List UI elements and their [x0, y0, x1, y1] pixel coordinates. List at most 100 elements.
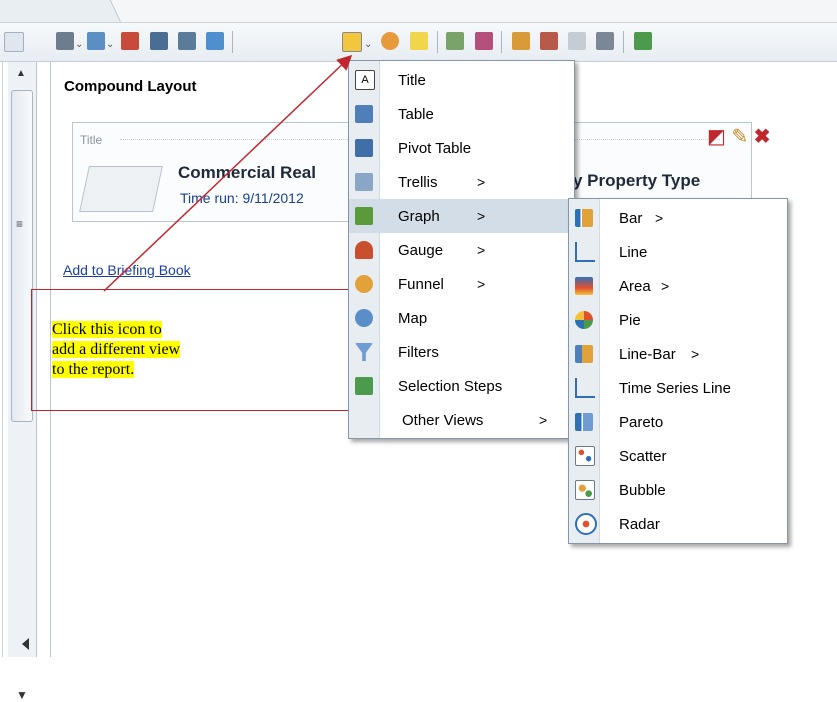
menu-item-label: Funnel	[398, 275, 444, 293]
calculator-icon[interactable]	[446, 32, 464, 50]
print-icon[interactable]	[56, 32, 74, 50]
menu-item-map[interactable]: Map	[349, 301, 574, 335]
menu-item-other-views[interactable]: Other Views >	[349, 403, 574, 437]
insert-item-icon[interactable]	[410, 32, 428, 50]
callout-line: Click this icon to	[52, 321, 162, 338]
menu-item-pie[interactable]: Pie	[569, 303, 787, 337]
menu-item-area[interactable]: Area >	[569, 269, 787, 303]
pie-chart-icon	[575, 311, 593, 329]
menu-item-line-bar[interactable]: Line-Bar >	[569, 337, 787, 371]
toolbar-separator	[232, 31, 233, 53]
submenu-arrow-icon: >	[477, 242, 486, 258]
menu-item-label: Pivot Table	[398, 139, 472, 157]
format-icon[interactable]	[512, 32, 530, 50]
menu-item-bar[interactable]: Bar >	[569, 201, 787, 235]
new-calculation-icon[interactable]	[381, 32, 399, 50]
menu-item-label: Bar	[619, 209, 643, 227]
scatter-icon	[575, 446, 595, 466]
menu-item-label: Pareto	[619, 413, 664, 431]
toolbar: ⌄ ⌄ ⌄	[0, 23, 837, 62]
line-chart-icon	[575, 242, 595, 262]
menu-item-funnel[interactable]: Funnel >	[349, 267, 574, 301]
menu-item-title[interactable]: A Title	[349, 63, 574, 97]
copy-icon[interactable]	[178, 32, 196, 50]
tab-shape[interactable]	[0, 0, 122, 22]
menu-item-gauge[interactable]: Gauge >	[349, 233, 574, 267]
menu-item-label: Bubble	[619, 481, 666, 499]
edit-view-icon[interactable]	[475, 32, 493, 50]
pivot-table-icon	[355, 139, 373, 157]
menu-item-graph[interactable]: Graph >	[349, 199, 574, 233]
submenu-arrow-icon: >	[539, 412, 548, 428]
sort-icon[interactable]	[634, 32, 652, 50]
schedule-icon[interactable]	[121, 32, 139, 50]
submenu-arrow-icon: >	[477, 208, 486, 224]
menu-item-label: Line-Bar	[619, 345, 676, 363]
menu-item-pareto[interactable]: Pareto	[569, 405, 787, 439]
submenu-arrow-icon: >	[691, 346, 700, 362]
menu-item-label: Gauge	[398, 241, 444, 259]
edit-pencil-icon[interactable]: ✎	[731, 126, 748, 148]
filter-icon	[355, 343, 373, 361]
scroll-down-icon[interactable]: ▼	[16, 688, 28, 702]
collapse-icon[interactable]	[4, 32, 24, 52]
toolbar-separator	[501, 31, 502, 53]
table-icon	[355, 105, 373, 123]
add-to-briefing-book-link[interactable]: Add to Briefing Book	[63, 262, 191, 278]
submenu-arrow-icon: >	[661, 278, 670, 294]
title-icon: A	[355, 70, 375, 90]
gauge-icon	[355, 241, 373, 259]
menu-item-trellis[interactable]: Trellis >	[349, 165, 574, 199]
submenu-arrow-icon: >	[655, 210, 664, 226]
disabled-icon[interactable]	[568, 32, 586, 50]
scroll-up-icon[interactable]: ▲	[16, 68, 26, 79]
menu-item-filters[interactable]: Filters	[349, 335, 574, 369]
toolbar-separator	[437, 31, 438, 53]
callout-line: to the report.	[52, 361, 135, 378]
line-bar-chart-icon	[575, 345, 593, 363]
refresh-icon[interactable]	[206, 32, 224, 50]
new-view-dropdown-icon[interactable]: ⌄	[364, 39, 372, 50]
bubble-icon	[575, 480, 595, 500]
menu-item-label: Line	[619, 243, 648, 261]
menu-item-label: Filters	[398, 343, 439, 361]
remove-view-icon[interactable]: ◩	[707, 126, 726, 148]
frame-border	[2, 62, 3, 657]
report-title: Commercial Real	[178, 163, 316, 182]
properties-icon[interactable]	[540, 32, 558, 50]
export-icon[interactable]	[87, 32, 105, 50]
menu-item-label: Pie	[619, 311, 641, 329]
new-view-icon[interactable]	[342, 32, 362, 52]
graph-icon	[355, 207, 373, 225]
callout-line: add a different view	[52, 341, 181, 358]
menu-item-time-series-line[interactable]: Time Series Line	[569, 371, 787, 405]
menu-item-label: Time Series Line	[619, 379, 731, 397]
menu-item-scatter[interactable]: Scatter	[569, 439, 787, 473]
menu-item-selection-steps[interactable]: Selection Steps	[349, 369, 574, 403]
funnel-icon	[355, 275, 373, 293]
map-icon	[355, 309, 373, 327]
bar-chart-icon	[575, 209, 593, 227]
prompt-icon[interactable]	[596, 32, 614, 50]
menu-item-pivot-table[interactable]: Pivot Table	[349, 131, 574, 165]
menu-item-label: Area	[619, 277, 651, 295]
menu-item-line[interactable]: Line	[569, 235, 787, 269]
scrollbar-thumb[interactable]	[11, 90, 33, 422]
share-icon[interactable]	[150, 32, 168, 50]
time-run: Time run: 9/11/2012	[180, 190, 304, 206]
export-dropdown-icon[interactable]: ⌄	[106, 39, 114, 50]
close-icon[interactable]: ✖	[754, 126, 771, 148]
menu-item-table[interactable]: Table	[349, 97, 574, 131]
report-thumbnail-icon	[79, 166, 163, 212]
submenu-arrow-icon: >	[477, 174, 486, 190]
menu-item-radar[interactable]: Radar	[569, 507, 787, 541]
print-dropdown-icon[interactable]: ⌄	[75, 39, 83, 50]
menu-item-label: Table	[398, 105, 434, 123]
panel-title: Compound Layout	[64, 78, 197, 95]
menu-item-label: Selection Steps	[398, 377, 503, 395]
menu-item-label: Radar	[619, 515, 660, 533]
collapse-left-icon[interactable]	[22, 638, 29, 650]
menu-item-label: Graph	[398, 207, 440, 225]
menu-item-bubble[interactable]: Bubble	[569, 473, 787, 507]
callout-text: Click this icon to add a different view …	[52, 320, 302, 380]
